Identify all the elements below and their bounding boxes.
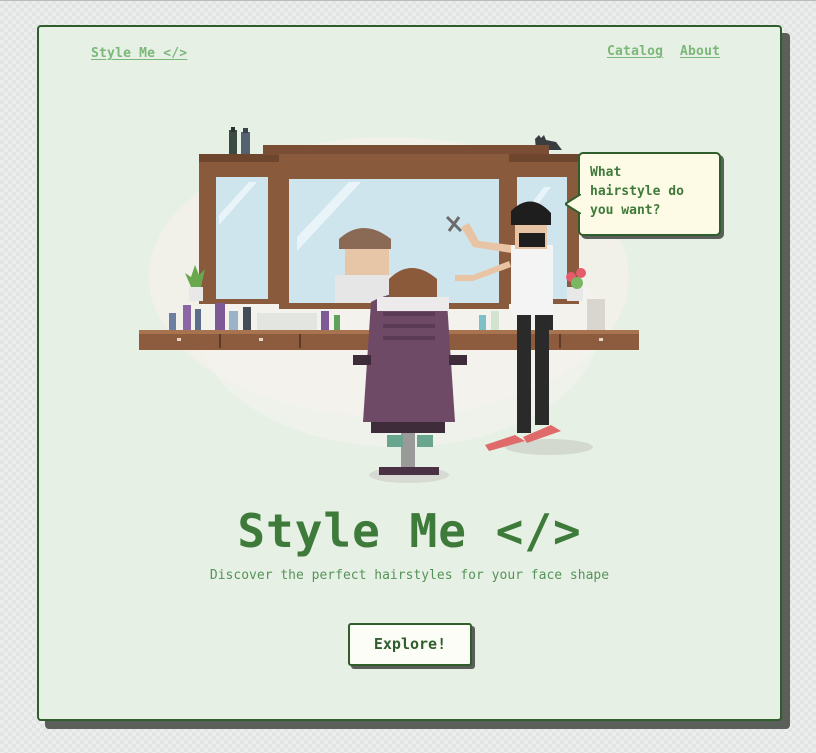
speech-line-2: hairstyle do <box>590 184 684 199</box>
nav-link-catalog[interactable]: Catalog <box>607 44 663 59</box>
speech-line-1: What <box>590 165 622 180</box>
window-top-border <box>0 0 816 4</box>
speech-line-3: you want? <box>590 203 661 218</box>
speech-bubble: What hairstyle do you want? <box>565 152 721 236</box>
hero-title: Style Me </> <box>237 504 582 558</box>
nav-link-about[interactable]: About <box>680 44 720 59</box>
speech-bubble-tail <box>565 194 581 214</box>
main-card: Style Me </> Catalog About What hairstyl… <box>37 25 782 721</box>
hero-subtitle: Discover the perfect hairstyles for your… <box>209 568 610 583</box>
explore-button[interactable]: Explore! <box>348 623 472 666</box>
brand-link[interactable]: Style Me </> <box>91 46 187 61</box>
